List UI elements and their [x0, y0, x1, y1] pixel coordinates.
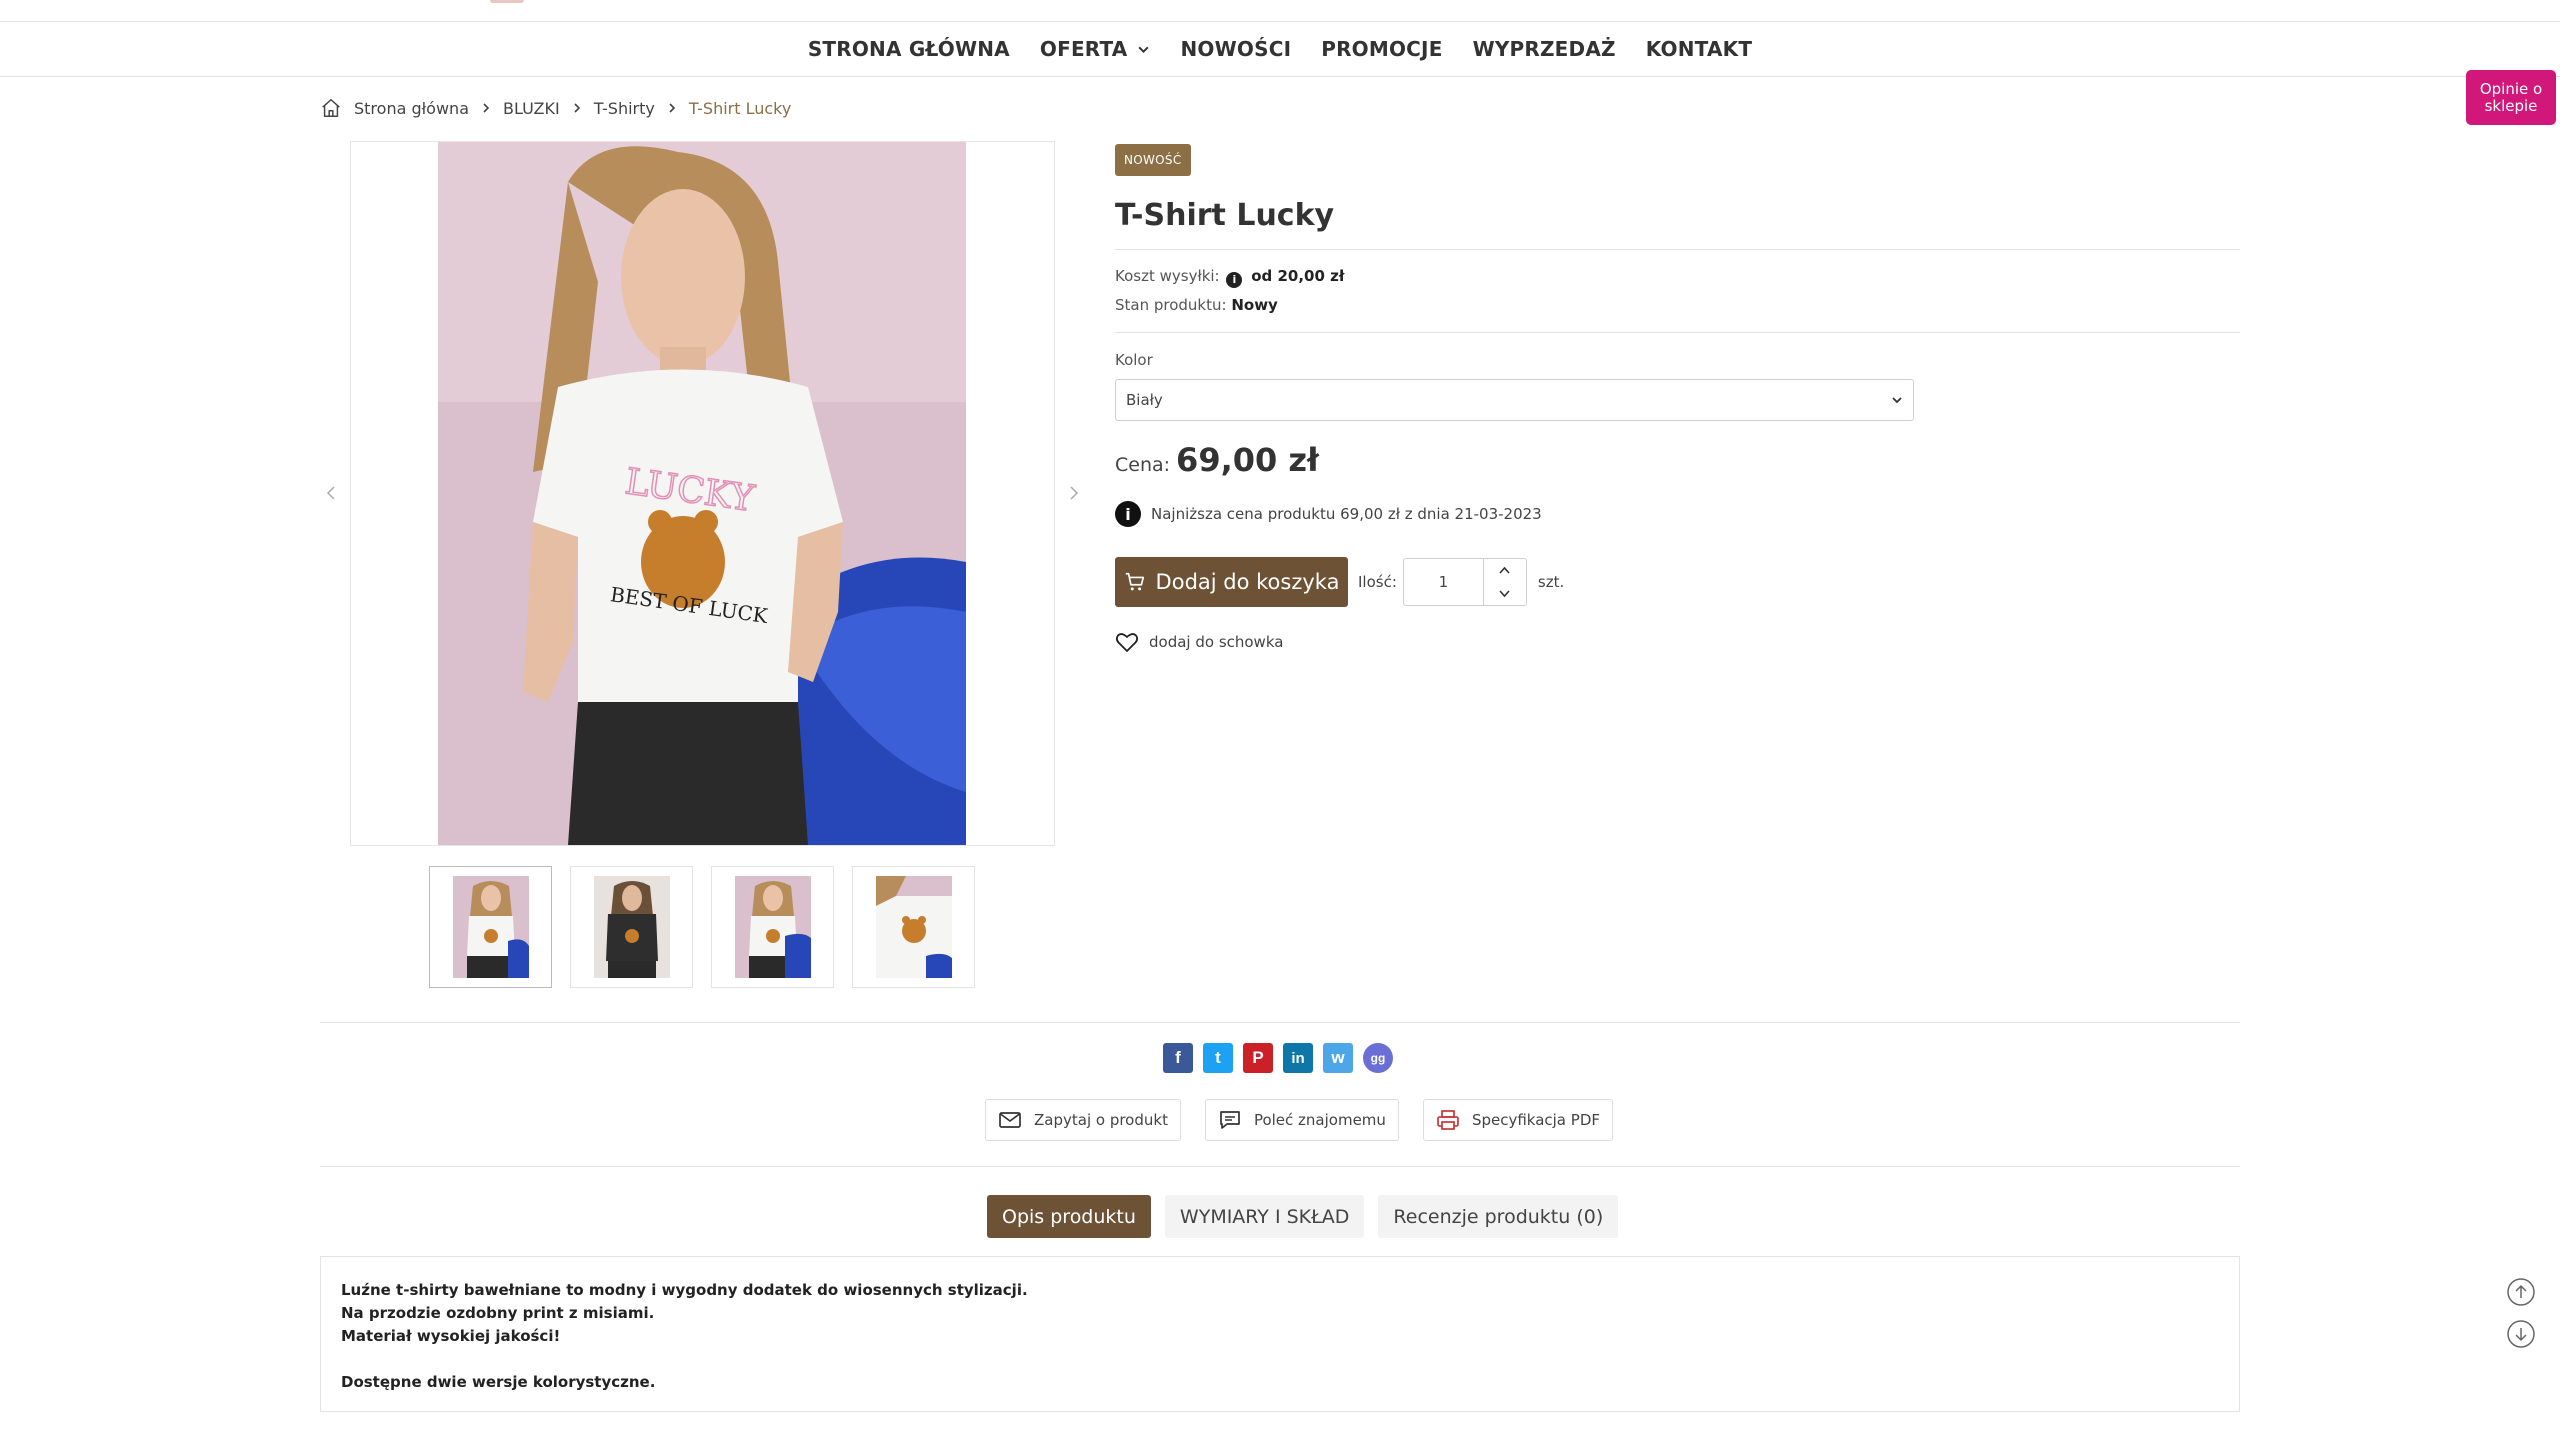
quantity-stepper[interactable]: 1 — [1402, 558, 1527, 606]
wykop-icon[interactable]: w — [1323, 1043, 1353, 1073]
color-select[interactable]: Biały — [1115, 379, 1914, 421]
scroll-down-icon[interactable] — [2506, 1319, 2536, 1349]
lowest-price-note: i Najniższa cena produktu 69,00 zł z dni… — [1115, 501, 2240, 527]
description-line: Materiał wysokiej jakości! — [341, 1327, 561, 1345]
gallery-prev-arrow-icon[interactable] — [324, 484, 338, 502]
divider — [320, 1166, 2240, 1167]
chevron-right-icon — [669, 103, 675, 113]
divider — [320, 1022, 2240, 1023]
divider — [1115, 249, 2240, 250]
description-line: Dostępne dwie wersje kolorystyczne. — [341, 1373, 656, 1391]
condition-row: Stan produktu: Nowy — [1115, 296, 1278, 314]
scroll-up-icon[interactable] — [2506, 1277, 2536, 1307]
nav-new[interactable]: NOWOŚCI — [1180, 37, 1291, 61]
nav-sale[interactable]: WYPRZEDAŻ — [1473, 37, 1616, 61]
product-tabs: Opis produktu WYMIARY I SKŁAD Recenzje p… — [987, 1195, 1619, 1238]
heart-icon — [1115, 633, 1139, 652]
price-value: 69,00 zł — [1176, 441, 1319, 479]
nav-home[interactable]: STRONA GŁÓWNA — [808, 37, 1010, 61]
product-description: Luźne t-shirty bawełniane to modny i wyg… — [320, 1256, 2240, 1412]
product-image: LUCKY BEST OF LUCK — [438, 142, 966, 845]
chevron-down-icon — [1499, 590, 1510, 598]
tab-description[interactable]: Opis produktu — [987, 1195, 1151, 1238]
chevron-down-icon — [1892, 397, 1902, 404]
thumbnail-4[interactable] — [852, 866, 975, 988]
price-row: Cena: 69,00 zł — [1115, 441, 2240, 479]
chevron-right-icon — [574, 103, 580, 113]
info-icon[interactable]: i — [1226, 271, 1243, 288]
add-to-cart-button[interactable]: Dodaj do koszyka — [1115, 557, 1348, 607]
new-badge: NOWOŚĆ — [1115, 144, 1191, 176]
shop-reviews-button[interactable]: Opinie o sklepie — [2466, 70, 2556, 125]
breadcrumb-home[interactable]: Strona główna — [354, 99, 469, 118]
comment-icon — [1220, 1111, 1240, 1129]
tab-reviews[interactable]: Recenzje produktu (0) — [1378, 1195, 1619, 1238]
shipping-value: od 20,00 zł — [1251, 267, 1345, 285]
nav-promotions[interactable]: PROMOCJE — [1321, 37, 1442, 61]
condition-value: Nowy — [1231, 296, 1278, 314]
cart-icon — [1125, 572, 1144, 591]
color-label: Kolor — [1115, 351, 1153, 369]
social-share: f t P in w gg — [1163, 1043, 1393, 1073]
info-icon: i — [1115, 501, 1141, 527]
pdf-specification-button[interactable]: Specyfikacja PDF — [1422, 1099, 1613, 1141]
chevron-down-icon — [1138, 46, 1150, 53]
quantity-unit: szt. — [1537, 573, 1565, 591]
logo-fragment[interactable] — [490, 0, 524, 3]
home-icon[interactable] — [320, 97, 342, 119]
linkedin-icon[interactable]: in — [1283, 1043, 1313, 1073]
product-info: NOWOŚĆ T-Shirt Lucky Koszt wysyłki: i od… — [1115, 144, 2240, 653]
quantity-input[interactable]: 1 — [1404, 559, 1484, 605]
envelope-icon — [999, 1112, 1021, 1128]
breadcrumb: Strona główna BLUZKI T-Shirty T-Shirt Lu… — [320, 96, 791, 120]
shipping-row: Koszt wysyłki: i od 20,00 zł — [1115, 267, 1345, 288]
thumbnail-1[interactable] — [429, 866, 552, 988]
nav-contact[interactable]: KONTAKT — [1646, 37, 1752, 61]
facebook-icon[interactable]: f — [1163, 1043, 1193, 1073]
color-select-value: Biały — [1126, 391, 1163, 409]
product-title: T-Shirt Lucky — [1115, 198, 1335, 233]
quantity-label: Ilość: — [1358, 573, 1397, 591]
pinterest-icon[interactable]: P — [1243, 1043, 1273, 1073]
chevron-up-icon — [1499, 566, 1510, 574]
price-label: Cena: — [1115, 454, 1171, 476]
divider — [1115, 332, 2240, 333]
main-navigation: STRONA GŁÓWNA OFERTA NOWOŚCI PROMOCJE WY… — [0, 22, 2560, 77]
description-line: Na przodzie ozdobny print z misiami. — [341, 1304, 655, 1322]
ask-about-product-button[interactable]: Zapytaj o produkt — [985, 1099, 1181, 1141]
quantity-increase-button[interactable] — [1484, 559, 1526, 582]
top-strip — [0, 0, 2560, 22]
product-actions: Zapytaj o produkt Poleć znajomemu Specyf… — [985, 1099, 1613, 1141]
gg-icon[interactable]: gg — [1363, 1043, 1393, 1073]
breadcrumb-tshirty[interactable]: T-Shirty — [594, 99, 655, 118]
product-meta: Koszt wysyłki: i od 20,00 zł Stan produk… — [1115, 262, 2240, 320]
description-line: Luźne t-shirty bawełniane to modny i wyg… — [341, 1281, 1028, 1299]
twitter-icon[interactable]: t — [1203, 1043, 1233, 1073]
gallery-next-arrow-icon[interactable] — [1067, 484, 1081, 502]
recommend-to-friend-button[interactable]: Poleć znajomemu — [1204, 1099, 1399, 1141]
add-to-wishlist-link[interactable]: dodaj do schowka — [1115, 631, 2240, 653]
chevron-right-icon — [483, 103, 490, 113]
buy-row: Dodaj do koszyka Ilość: 1 szt. — [1115, 557, 2240, 607]
tab-dimensions[interactable]: WYMIARY I SKŁAD — [1164, 1195, 1365, 1238]
printer-icon — [1437, 1110, 1459, 1130]
quantity-decrease-button[interactable] — [1484, 582, 1526, 605]
scroll-controls — [2506, 1277, 2536, 1349]
thumbnail-3[interactable] — [711, 866, 834, 988]
thumbnail-2[interactable] — [570, 866, 693, 988]
breadcrumb-current: T-Shirt Lucky — [688, 98, 792, 118]
nav-offer[interactable]: OFERTA — [1040, 37, 1151, 61]
breadcrumb-bluzki[interactable]: BLUZKI — [503, 99, 560, 118]
thumbnail-gallery — [429, 866, 975, 988]
main-product-photo[interactable]: LUCKY BEST OF LUCK — [350, 141, 1055, 846]
